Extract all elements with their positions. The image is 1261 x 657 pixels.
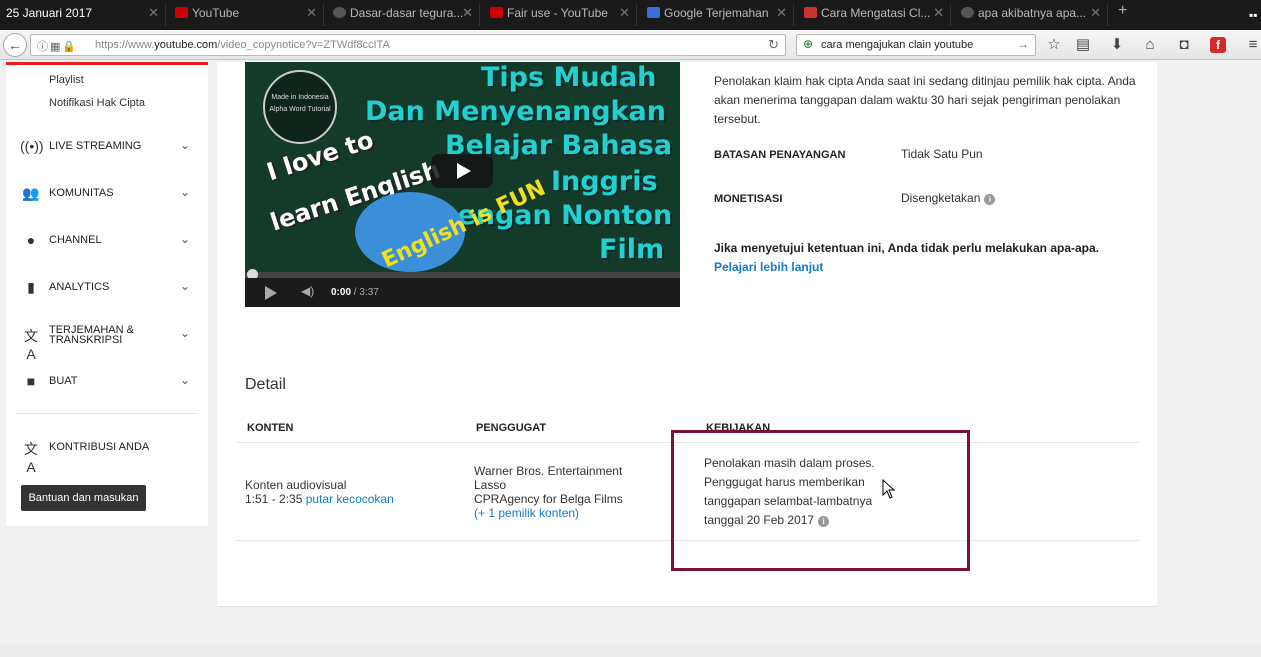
back-arrow-icon[interactable]: ← [3, 33, 27, 57]
browser-tab[interactable]: Google Terjemahan ✕ [644, 4, 794, 26]
close-icon[interactable]: ✕ [933, 4, 944, 22]
sidebar-section-community[interactable]: 👥 KOMUNITAS ⌄ [6, 179, 208, 209]
home-icon[interactable]: ⌂ [1140, 35, 1160, 55]
channel-badge: Made in Indonesia Alpha Word Tutorial [263, 70, 337, 144]
column-header-content: KONTEN [247, 422, 294, 434]
translate-icon: 文A [24, 441, 38, 475]
volume-icon[interactable]: ◀) [301, 284, 314, 298]
close-icon[interactable]: ✕ [148, 4, 159, 22]
browser-tab[interactable]: ✕ [88, 4, 166, 26]
channel-icon: ● [26, 232, 36, 248]
monetization-value: Disengketakan i [901, 191, 996, 205]
dispute-notice-text: Penolakan klaim hak cipta Anda saat ini … [714, 74, 1136, 126]
video-thumbnail: Made in Indonesia Alpha Word Tutorial Ti… [263, 62, 673, 274]
flash-icon[interactable]: f [1210, 37, 1226, 53]
menu-icon[interactable]: ≡ [1243, 35, 1261, 55]
translate-icon [647, 7, 660, 18]
close-icon[interactable]: ✕ [306, 4, 317, 22]
close-icon[interactable]: ✕ [462, 4, 473, 22]
taskbar-date: 25 Januari 2017 [6, 6, 93, 20]
claimant-cell: Warner Bros. Entertainment Lasso CPRAgen… [474, 464, 623, 520]
claimant-name: Lasso [474, 478, 507, 492]
sidebar-section-channel[interactable]: ● CHANNEL ⌄ [6, 226, 208, 256]
url-text[interactable]: https://www.youtube.com/video_copynotice… [95, 39, 390, 51]
browser-tab[interactable]: apa akibatnya apa... ✕ [958, 4, 1108, 26]
bookmark-star-icon[interactable]: ☆ [1044, 35, 1064, 55]
chevron-down-icon[interactable]: ⌄ [180, 185, 190, 199]
blog-icon [804, 7, 817, 18]
match-range: 1:51 - 2:35 putar kecocokan [245, 492, 394, 506]
sidebar-section-translations[interactable]: 文A TERJEMAHAN & TRANSKRIPSI ⌄ [6, 320, 208, 363]
mouse-cursor-icon [882, 479, 896, 499]
studio-sidebar: Playlist Notifikasi Hak Cipta ((•)) LIVE… [6, 62, 208, 526]
highlight-box [671, 430, 970, 571]
video-time: 0:00 / 3:37 [331, 287, 379, 298]
analytics-icon: ▮ [27, 279, 35, 295]
browser-tab[interactable]: Dasar-dasar tegura... ✕ [330, 4, 480, 26]
column-header-claimant: PENGGUGAT [476, 422, 547, 434]
sidebar-section-live-streaming[interactable]: ((•)) LIVE STREAMING ⌄ [6, 132, 208, 162]
close-icon[interactable]: ✕ [619, 4, 630, 22]
detail-heading: Detail [245, 376, 286, 393]
site-info-icon[interactable]: ⓘ▦🔒 [37, 38, 78, 54]
download-icon[interactable]: ⬇ [1107, 35, 1127, 55]
learn-more-link[interactable]: Pelajari lebih lanjut [714, 260, 823, 274]
search-go-icon[interactable]: → [1017, 37, 1029, 51]
info-icon[interactable]: i [984, 194, 996, 205]
grid-icon[interactable]: ▪▪ [1249, 8, 1258, 22]
chevron-down-icon[interactable]: ⌄ [180, 326, 190, 340]
browser-nav-bar: ← ⓘ▦🔒 https://www.youtube.com/video_copy… [0, 30, 1261, 60]
chevron-down-icon[interactable]: ⌄ [180, 138, 190, 152]
google-icon [961, 7, 974, 18]
monetization-label: MONETISASI [714, 193, 783, 205]
content-type: Konten audiovisual [245, 478, 347, 492]
reading-list-icon[interactable]: ▤ [1073, 35, 1093, 55]
search-input[interactable]: cara mengajukan clain youtube [821, 39, 973, 51]
viewing-restriction-label: BATASAN PENAYANGAN [714, 149, 846, 161]
browser-tab[interactable]: Cara Mengatasi Cl... ✕ [801, 4, 951, 26]
sidebar-section-analytics[interactable]: ▮ ANALYTICS ⌄ [6, 273, 208, 303]
browser-tab-bar: 25 Januari 2017 ✕ YouTube ✕ Dasar-dasar t… [0, 0, 1261, 30]
youtube-icon [490, 7, 503, 18]
reload-icon[interactable]: ↻ [768, 37, 779, 53]
search-engine-icon[interactable]: ⊕ [803, 37, 813, 51]
agree-text: Jika menyetujui ketentuan ini, Anda tida… [714, 241, 1100, 255]
sidebar-divider [16, 413, 198, 414]
translate-icon: 文A [24, 328, 38, 362]
more-owners-link[interactable]: (+ 1 pemilik konten) [474, 506, 623, 520]
claimant-name: CPRAgency for Belga Films [474, 492, 623, 506]
close-icon[interactable]: ✕ [776, 4, 787, 22]
claimant-name: Warner Bros. Entertainment [474, 464, 623, 478]
search-bar[interactable]: ⊕ cara mengajukan clain youtube → [796, 34, 1036, 56]
content-cell: Konten audiovisual 1:51 - 2:35 putar kec… [245, 478, 394, 506]
chevron-down-icon[interactable]: ⌄ [180, 232, 190, 246]
pocket-icon[interactable]: ◘ [1174, 35, 1194, 55]
sidebar-section-contributions[interactable]: 文A KONTRIBUSI ANDA [6, 433, 208, 475]
viewing-restriction-value: Tidak Satu Pun [901, 147, 983, 161]
youtube-icon [175, 7, 188, 18]
play-match-link[interactable]: putar kecocokan [306, 492, 394, 506]
video-player[interactable]: Made in Indonesia Alpha Word Tutorial Ti… [245, 62, 680, 307]
browser-tab[interactable]: YouTube ✕ [172, 4, 324, 26]
address-bar[interactable]: ⓘ▦🔒 https://www.youtube.com/video_copyno… [30, 34, 786, 56]
help-feedback-button[interactable]: Bantuan dan masukan [21, 485, 146, 511]
sidebar-section-create[interactable]: ■ BUAT ⌄ [6, 367, 208, 397]
community-icon: 👥 [22, 185, 40, 201]
browser-tab[interactable]: Fair use - YouTube ✕ [487, 4, 637, 26]
chevron-down-icon[interactable]: ⌄ [180, 373, 190, 387]
live-icon: ((•)) [20, 138, 44, 154]
chevron-down-icon[interactable]: ⌄ [180, 279, 190, 293]
google-icon [333, 7, 346, 18]
new-tab-icon[interactable]: + [1118, 2, 1127, 20]
sidebar-item-playlist[interactable]: Playlist [49, 74, 84, 86]
page-bottom [0, 644, 1261, 657]
video-controls: ◀) 0:00 / 3:37 [245, 278, 680, 307]
create-icon: ■ [26, 373, 36, 389]
play-icon[interactable] [265, 286, 277, 300]
sidebar-item-copyright-notices[interactable]: Notifikasi Hak Cipta [49, 97, 145, 109]
play-overlay-icon[interactable] [431, 154, 493, 188]
close-icon[interactable]: ✕ [1090, 4, 1101, 22]
